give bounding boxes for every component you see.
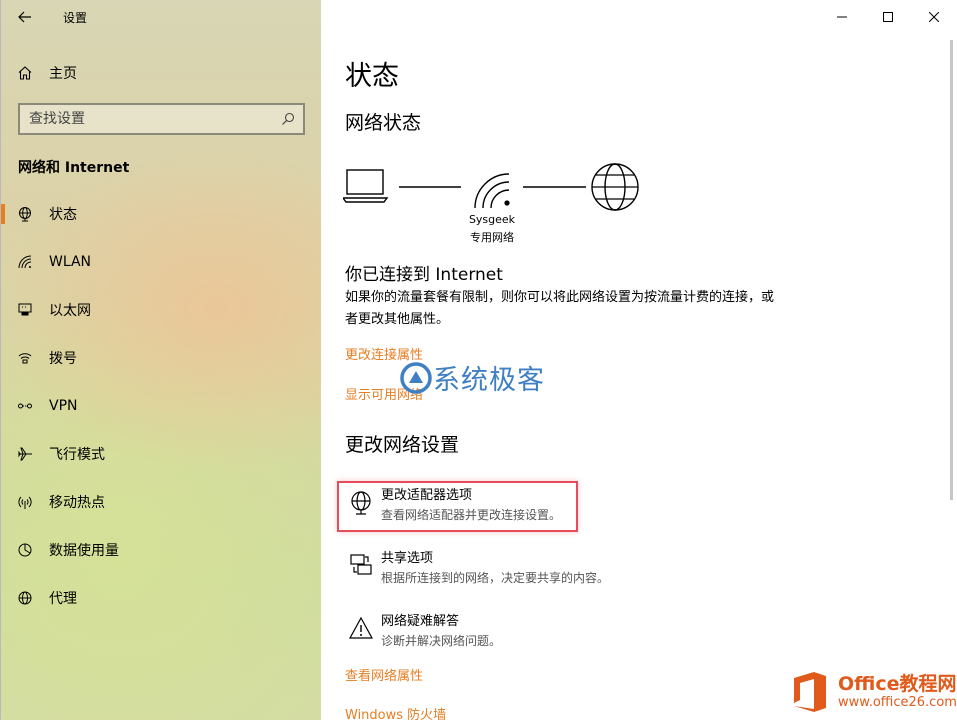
airplane-icon (18, 447, 32, 461)
page-title: 状态 (345, 61, 399, 92)
globe-icon (19, 207, 31, 222)
wifi-icon (18, 255, 32, 269)
network-name: Sysgeek (468, 213, 516, 226)
window-title: 设置 (63, 10, 88, 25)
hotspot-icon (18, 496, 32, 509)
office-logo-brand: Office教程网 (838, 673, 957, 695)
sidebar-item-vpn[interactable]: VPN (1, 382, 322, 430)
watermark: 系统极客 (399, 358, 545, 397)
office-logo-url: www.office26.com (838, 695, 957, 710)
sidebar-item-ethernet[interactable]: 以太网 (1, 286, 322, 334)
sidebar-section-heading: 网络和 Internet (18, 160, 130, 176)
minimize-icon (837, 16, 847, 18)
sidebar-item-label: 拨号 (49, 351, 77, 367)
watermark-logo-icon (400, 361, 432, 394)
office-logo-icon (794, 672, 826, 712)
sidebar-item-data-usage[interactable]: 数据使用量 (1, 526, 322, 574)
highlight-box (337, 481, 578, 532)
close-button[interactable] (911, 0, 957, 34)
home-icon (18, 66, 32, 80)
connected-description: 如果你的流量套餐有限制，则你可以将此网络设置为按流量计费的连接，或者更改其他属性… (345, 290, 775, 327)
sidebar-item-home[interactable]: 主页 (1, 56, 322, 90)
dialup-icon (18, 353, 32, 364)
sidebar-nav: 状态 WLAN 以太网 拨号 VPN 飞行模式 移动热点 数据使用量 代理 (1, 190, 322, 622)
option-title: 网络疑难解答 (381, 614, 460, 629)
sidebar-item-hotspot[interactable]: 移动热点 (1, 478, 322, 526)
maximize-button[interactable] (865, 0, 911, 34)
network-type: 专用网络 (470, 231, 514, 244)
sidebar-item-status[interactable]: 状态 (1, 190, 322, 238)
office-logo: Office教程网 www.office26.com (790, 664, 957, 720)
sharing-icon (350, 554, 372, 575)
windows-firewall-link[interactable]: Windows 防火墙 (345, 704, 446, 720)
option-troubleshoot[interactable]: 网络疑难解答 诊断并解决网络问题。 (343, 612, 663, 660)
sidebar-item-dialup[interactable]: 拨号 (1, 334, 322, 382)
change-network-settings-heading: 更改网络设置 (345, 434, 460, 456)
maximize-icon (883, 12, 893, 22)
option-description: 诊断并解决网络问题。 (381, 634, 502, 648)
search-box[interactable] (18, 103, 305, 135)
internet-globe-icon (591, 163, 639, 211)
proxy-globe-icon (18, 591, 32, 605)
scrollbar[interactable] (950, 40, 953, 500)
close-icon (929, 12, 939, 22)
option-description: 根据所连接到的网络，决定要共享的内容。 (381, 571, 610, 585)
option-sharing[interactable]: 共享选项 根据所连接到的网络，决定要共享的内容。 (343, 549, 663, 597)
sidebar-home-label: 主页 (49, 66, 77, 82)
sidebar-item-label: 数据使用量 (49, 543, 119, 559)
vpn-icon (18, 403, 32, 409)
sidebar: 设置 主页 网络和 Internet 状态 WLAN 以太网 拨号 (0, 0, 321, 720)
main-content: 状态 网络状态 Sysgeek 专用网络 你已连接到 Internet 如果你的… (321, 0, 957, 720)
sidebar-item-label: 以太网 (49, 303, 91, 319)
warning-icon (349, 616, 373, 639)
sidebar-item-proxy[interactable]: 代理 (1, 574, 322, 622)
connected-title: 你已连接到 Internet (345, 265, 503, 285)
view-network-properties-link[interactable]: 查看网络属性 (345, 665, 423, 684)
sidebar-item-label: WLAN (49, 254, 92, 270)
watermark-text: 系统极客 (433, 365, 545, 396)
minimize-button[interactable] (819, 0, 865, 34)
search-input[interactable] (29, 111, 273, 127)
wifi-signal-icon (474, 173, 510, 209)
sidebar-header: 设置 (1, 0, 322, 34)
network-status-heading: 网络状态 (345, 112, 422, 134)
sidebar-item-label: 移动热点 (49, 495, 105, 511)
sidebar-item-label: 飞行模式 (49, 447, 105, 463)
search-icon[interactable] (281, 112, 295, 126)
ethernet-icon (18, 303, 32, 316)
sidebar-item-airplane[interactable]: 飞行模式 (1, 430, 322, 478)
sidebar-item-wlan[interactable]: WLAN (1, 238, 322, 286)
option-title: 共享选项 (381, 551, 434, 566)
title-bar (819, 0, 957, 34)
sidebar-item-label: 代理 (49, 591, 77, 607)
sidebar-item-label: VPN (49, 398, 78, 414)
data-usage-icon (18, 543, 32, 557)
sidebar-item-label: 状态 (49, 207, 77, 223)
back-button[interactable] (1, 0, 49, 34)
back-arrow-icon (18, 11, 31, 23)
laptop-icon (343, 169, 389, 203)
